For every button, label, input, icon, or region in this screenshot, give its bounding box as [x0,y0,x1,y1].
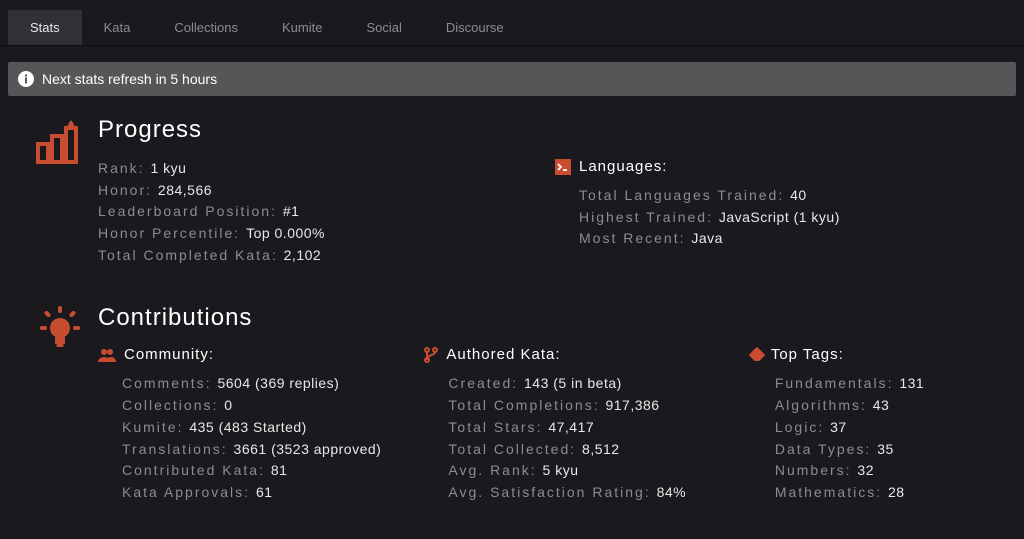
stat-honor: Honor284,566 [98,180,555,202]
authored-header: Authored Kata: [424,346,750,363]
terminal-icon [555,159,571,175]
authored-header-text: Authored Kata: [446,346,560,363]
tab-social[interactable]: Social [344,10,423,45]
tag-logic: Logic37 [775,417,1012,439]
stat-satisfaction: Avg. Satisfaction Rating84% [448,482,750,504]
stat-rank: Rank1 kyu [98,158,555,180]
stat-created: Created143 (5 in beta) [448,373,750,395]
community-header-text: Community: [124,346,214,363]
tab-stats[interactable]: Stats [8,10,82,45]
tag-data-types: Data Types35 [775,439,1012,461]
stat-most-recent: Most RecentJava [579,228,1012,250]
contributions-title: Contributions [98,304,1012,332]
tags-col: Top Tags: Fundamentals131 Algorithms43 L… [751,346,1012,503]
progress-stats-col: Rank1 kyu Honor284,566 Leaderboard Posit… [98,158,555,266]
tag-algorithms: Algorithms43 [775,395,1012,417]
contributions-section: Contributions Community: Comments5604 (3… [34,304,1012,503]
refresh-text: Next stats refresh in 5 hours [42,71,217,87]
lightbulb-icon [34,304,98,361]
stat-comments: Comments5604 (369 replies) [122,373,424,395]
stat-contributed-kata: Contributed Kata81 [122,460,424,482]
stat-translations: Translations3661 (3523 approved) [122,439,424,461]
stat-percentile: Honor PercentileTop 0.000% [98,223,555,245]
stat-highest-trained: Highest TrainedJavaScript (1 kyu) [579,207,1012,229]
tag-icon [751,349,763,361]
info-icon [18,71,34,87]
stat-collections: Collections0 [122,395,424,417]
stat-leaderboard: Leaderboard Position#1 [98,201,555,223]
community-header: Community: [98,346,424,363]
tab-kata[interactable]: Kata [82,10,153,45]
stat-total-collected: Total Collected8,512 [448,439,750,461]
tag-mathematics: Mathematics28 [775,482,1012,504]
tags-header-text: Top Tags: [771,346,844,363]
tag-numbers: Numbers32 [775,460,1012,482]
progress-section: Progress Rank1 kyu Honor284,566 Leaderbo… [34,116,1012,266]
stat-total-completions: Total Completions917,386 [448,395,750,417]
stat-total-languages: Total Languages Trained40 [579,185,1012,207]
stat-completed: Total Completed Kata2,102 [98,245,555,267]
progress-icon [34,116,98,173]
authored-col: Authored Kata: Created143 (5 in beta) To… [424,346,750,503]
tag-fundamentals: Fundamentals131 [775,373,1012,395]
tab-bar: Stats Kata Collections Kumite Social Dis… [0,10,1024,46]
tab-discourse[interactable]: Discourse [424,10,526,45]
tab-collections[interactable]: Collections [152,10,260,45]
stat-total-stars: Total Stars47,417 [448,417,750,439]
tab-kumite[interactable]: Kumite [260,10,344,45]
languages-header: Languages: [555,158,1012,175]
stat-kata-approvals: Kata Approvals61 [122,482,424,504]
languages-col: Languages: Total Languages Trained40 Hig… [555,158,1012,266]
tags-header: Top Tags: [751,346,1012,363]
languages-header-text: Languages: [579,158,667,175]
stat-avg-rank: Avg. Rank5 kyu [448,460,750,482]
refresh-banner: Next stats refresh in 5 hours [8,62,1016,96]
people-icon [98,348,116,362]
stat-kumite: Kumite435 (483 Started) [122,417,424,439]
branch-icon [424,347,438,363]
progress-title: Progress [98,116,1012,144]
community-col: Community: Comments5604 (369 replies) Co… [98,346,424,503]
